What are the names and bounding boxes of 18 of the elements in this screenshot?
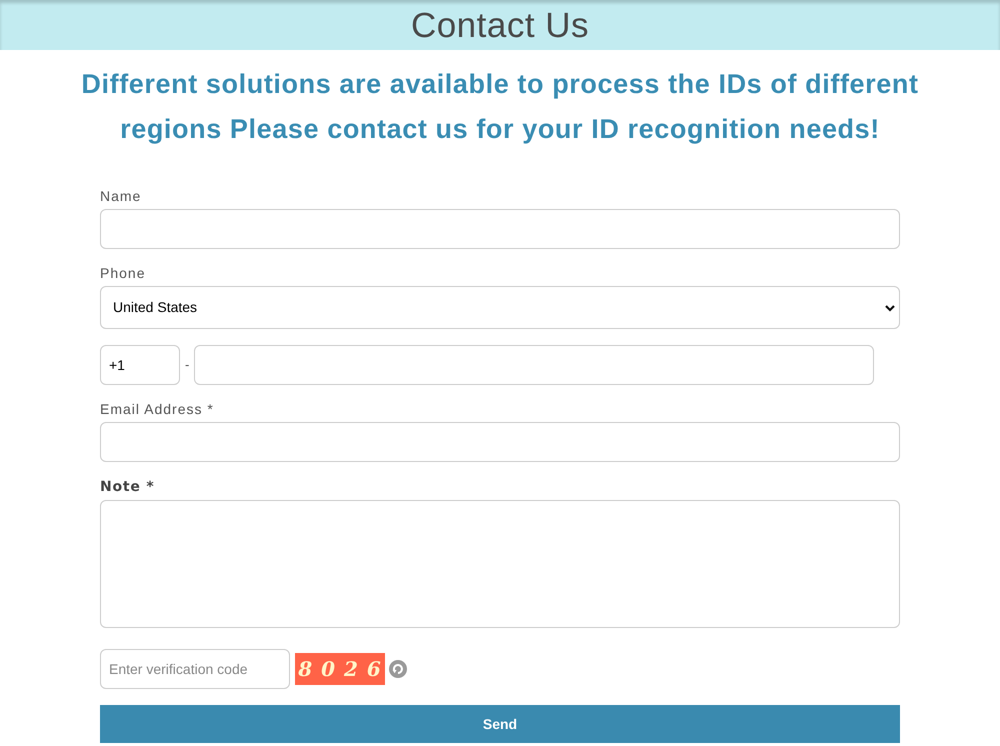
field-label: Email Address * <box>100 400 215 419</box>
captcha-code: 8 0 2 6 <box>295 653 385 685</box>
refresh-icon[interactable] <box>389 660 407 678</box>
note-field[interactable] <box>100 500 900 628</box>
field-label: Phone <box>100 264 146 283</box>
send-button[interactable]: Send <box>100 705 900 743</box>
text-field[interactable] <box>100 209 900 249</box>
separator-text: - <box>185 356 190 374</box>
chevron-down-icon <box>885 305 895 312</box>
field-label: Note * <box>100 478 156 497</box>
phone-number-field[interactable] <box>194 345 874 385</box>
intro-text: Different solutions are available to process the IDs of different regions Please contact us for your ID recognition needs! <box>80 68 920 146</box>
country-select[interactable]: United States <box>100 286 900 329</box>
verification-code-field[interactable]: Enter verification code <box>100 649 290 689</box>
page-title: Contact Us <box>410 6 590 46</box>
country-code-field[interactable]: +1 <box>100 345 180 385</box>
field-label: Name <box>100 187 142 206</box>
text-field[interactable] <box>100 422 900 462</box>
